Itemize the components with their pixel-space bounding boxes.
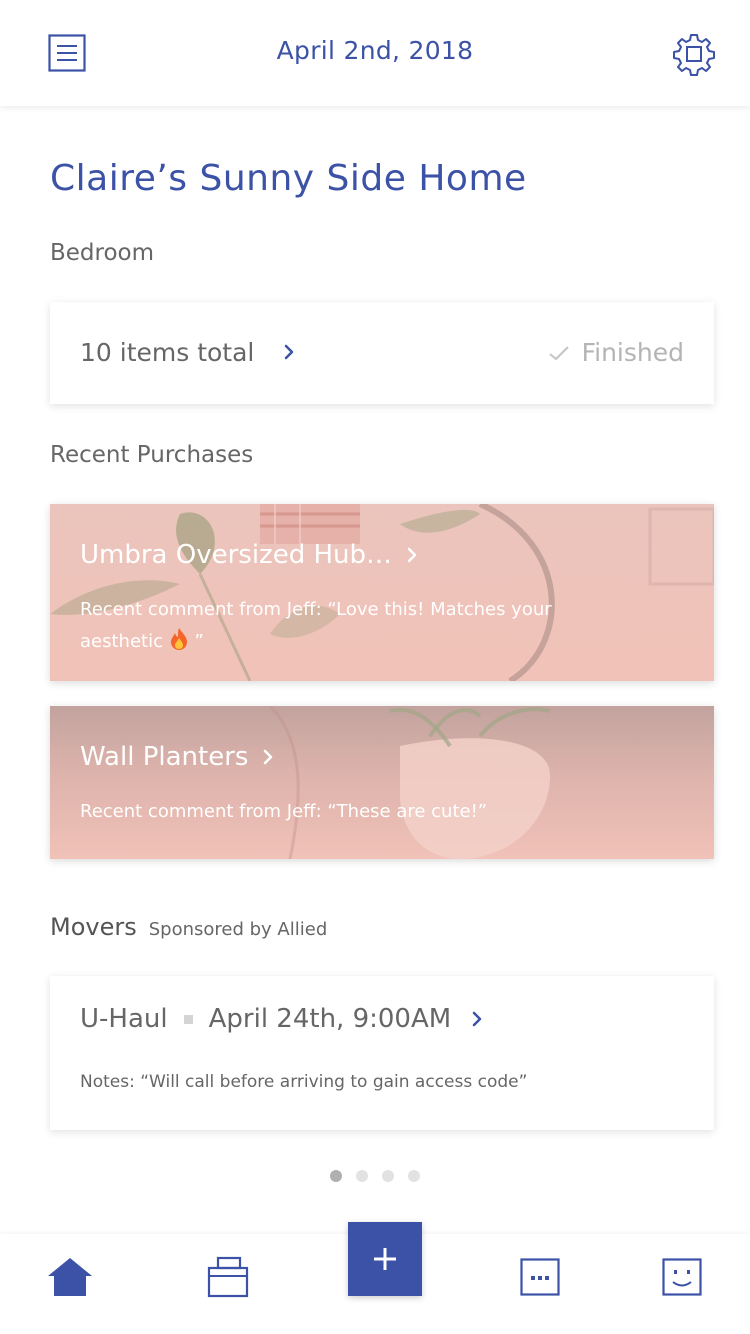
settings-button[interactable] (672, 32, 716, 76)
finished-status: Finished (548, 338, 684, 367)
chevron-right-icon (284, 344, 294, 360)
nav-home-button[interactable] (46, 1256, 94, 1298)
nav-profile-button[interactable] (662, 1258, 702, 1296)
chevron-right-icon (264, 749, 273, 765)
movers-card[interactable]: U-Haul April 24th, 9:00AM Notes: “Will c… (50, 976, 714, 1130)
chevron-right-icon (472, 1011, 482, 1027)
face-icon (662, 1258, 702, 1296)
mover-summary: U-Haul April 24th, 9:00AM (80, 1004, 483, 1034)
chevron-right-icon (407, 547, 417, 563)
movers-label: Movers (50, 913, 137, 941)
mover-notes: Notes: “Will call before arriving to gai… (80, 1072, 528, 1092)
check-icon (548, 345, 569, 360)
purchase-title-text: Umbra Oversized Hub… (80, 540, 392, 570)
purchase-title-text: Wall Planters (80, 742, 249, 772)
purchase-card[interactable]: Umbra Oversized Hub… Recent comment from… (50, 504, 714, 681)
gear-icon (673, 34, 715, 76)
separator-dot (183, 1014, 193, 1024)
purchase-photo (50, 706, 714, 859)
sponsor-label: Sponsored by Allied (148, 919, 328, 940)
mover-company: U-Haul (80, 1004, 168, 1034)
purchase-title: Umbra Oversized Hub… (80, 540, 418, 570)
items-total: 10 items total (80, 338, 255, 367)
pagination-dot[interactable] (382, 1170, 394, 1182)
pagination-dot[interactable] (330, 1170, 342, 1182)
purchase-card[interactable]: Wall Planters Recent comment from Jeff: … (50, 706, 714, 859)
purchase-comment-text: Recent comment from Jeff: “Love this! Ma… (80, 599, 552, 652)
bag-icon (207, 1256, 249, 1298)
add-icon (374, 1248, 396, 1270)
pagination-dots (0, 1170, 750, 1182)
add-button[interactable] (348, 1222, 422, 1296)
section-label-purchases: Recent Purchases (50, 442, 254, 468)
app-screen: April 2nd, 2018 Claire’s Sunny Side Home… (0, 0, 750, 1334)
home-icon (48, 1258, 92, 1296)
top-bar: April 2nd, 2018 (0, 0, 750, 106)
purchase-title: Wall Planters (80, 742, 274, 772)
purchase-comment-end: ” (194, 631, 204, 652)
nav-purchases-button[interactable] (206, 1254, 252, 1300)
purchase-comment: Recent comment from Jeff: “Love this! Ma… (80, 594, 640, 658)
bottom-nav (0, 1222, 750, 1334)
movers-heading: Movers Sponsored by Allied (50, 913, 327, 941)
purchase-comment: Recent comment from Jeff: “These are cut… (80, 801, 488, 822)
nav-messages-button[interactable] (520, 1258, 560, 1296)
status-label: Finished (581, 338, 684, 367)
bedroom-card[interactable]: 10 items total Finished (50, 302, 714, 404)
section-label-bedroom: Bedroom (50, 240, 155, 266)
pagination-dot[interactable] (408, 1170, 420, 1182)
page-title: Claire’s Sunny Side Home (50, 158, 527, 199)
fire-icon (170, 628, 187, 650)
header-date: April 2nd, 2018 (276, 36, 474, 65)
pagination-dot[interactable] (356, 1170, 368, 1182)
chat-icon (520, 1258, 560, 1296)
mover-datetime: April 24th, 9:00AM (208, 1004, 452, 1034)
